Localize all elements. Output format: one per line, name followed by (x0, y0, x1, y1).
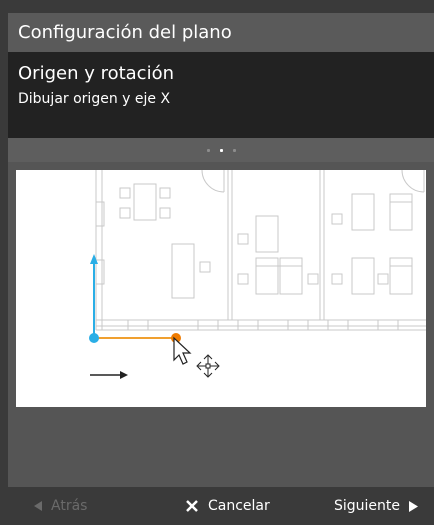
next-button[interactable]: Siguiente (334, 487, 420, 525)
dialog-footer: Atrás Cancelar Siguiente (8, 487, 434, 525)
next-label: Siguiente (334, 498, 401, 514)
plan-configuration-dialog: Configuración del plano Origen y rotació… (0, 0, 434, 525)
content-area (8, 162, 434, 487)
x-direction-arrowhead (120, 371, 128, 379)
step-title: Origen y rotación (18, 63, 174, 84)
cancel-label: Cancelar (208, 498, 270, 514)
step-subtitle: Dibujar origen y eje X (18, 91, 171, 107)
floor-plan-drawing (89, 170, 426, 379)
back-label: Atrás (51, 498, 88, 514)
step-dot-2-active (219, 148, 223, 152)
dialog-titlebar: Configuración del plano (8, 13, 434, 52)
step-dot-3 (232, 148, 236, 152)
move-arrows-icon (196, 354, 220, 378)
window-title: Configuración del plano (18, 22, 232, 43)
triangle-right-icon (407, 500, 420, 513)
step-header: Origen y rotación Dibujar origen y eje X (8, 52, 434, 138)
x-icon (184, 498, 200, 514)
origin-point[interactable] (89, 333, 99, 343)
y-axis-arrowhead (90, 254, 98, 264)
cancel-button[interactable]: Cancelar (184, 487, 270, 525)
back-button[interactable]: Atrás (32, 487, 87, 525)
arrow-pointer-icon (173, 336, 192, 365)
floor-plan-canvas[interactable] (16, 170, 426, 407)
triangle-left-icon (32, 500, 44, 512)
floor-plan-lines (95, 170, 426, 331)
step-dot-1 (206, 148, 210, 152)
step-indicator (8, 138, 434, 162)
